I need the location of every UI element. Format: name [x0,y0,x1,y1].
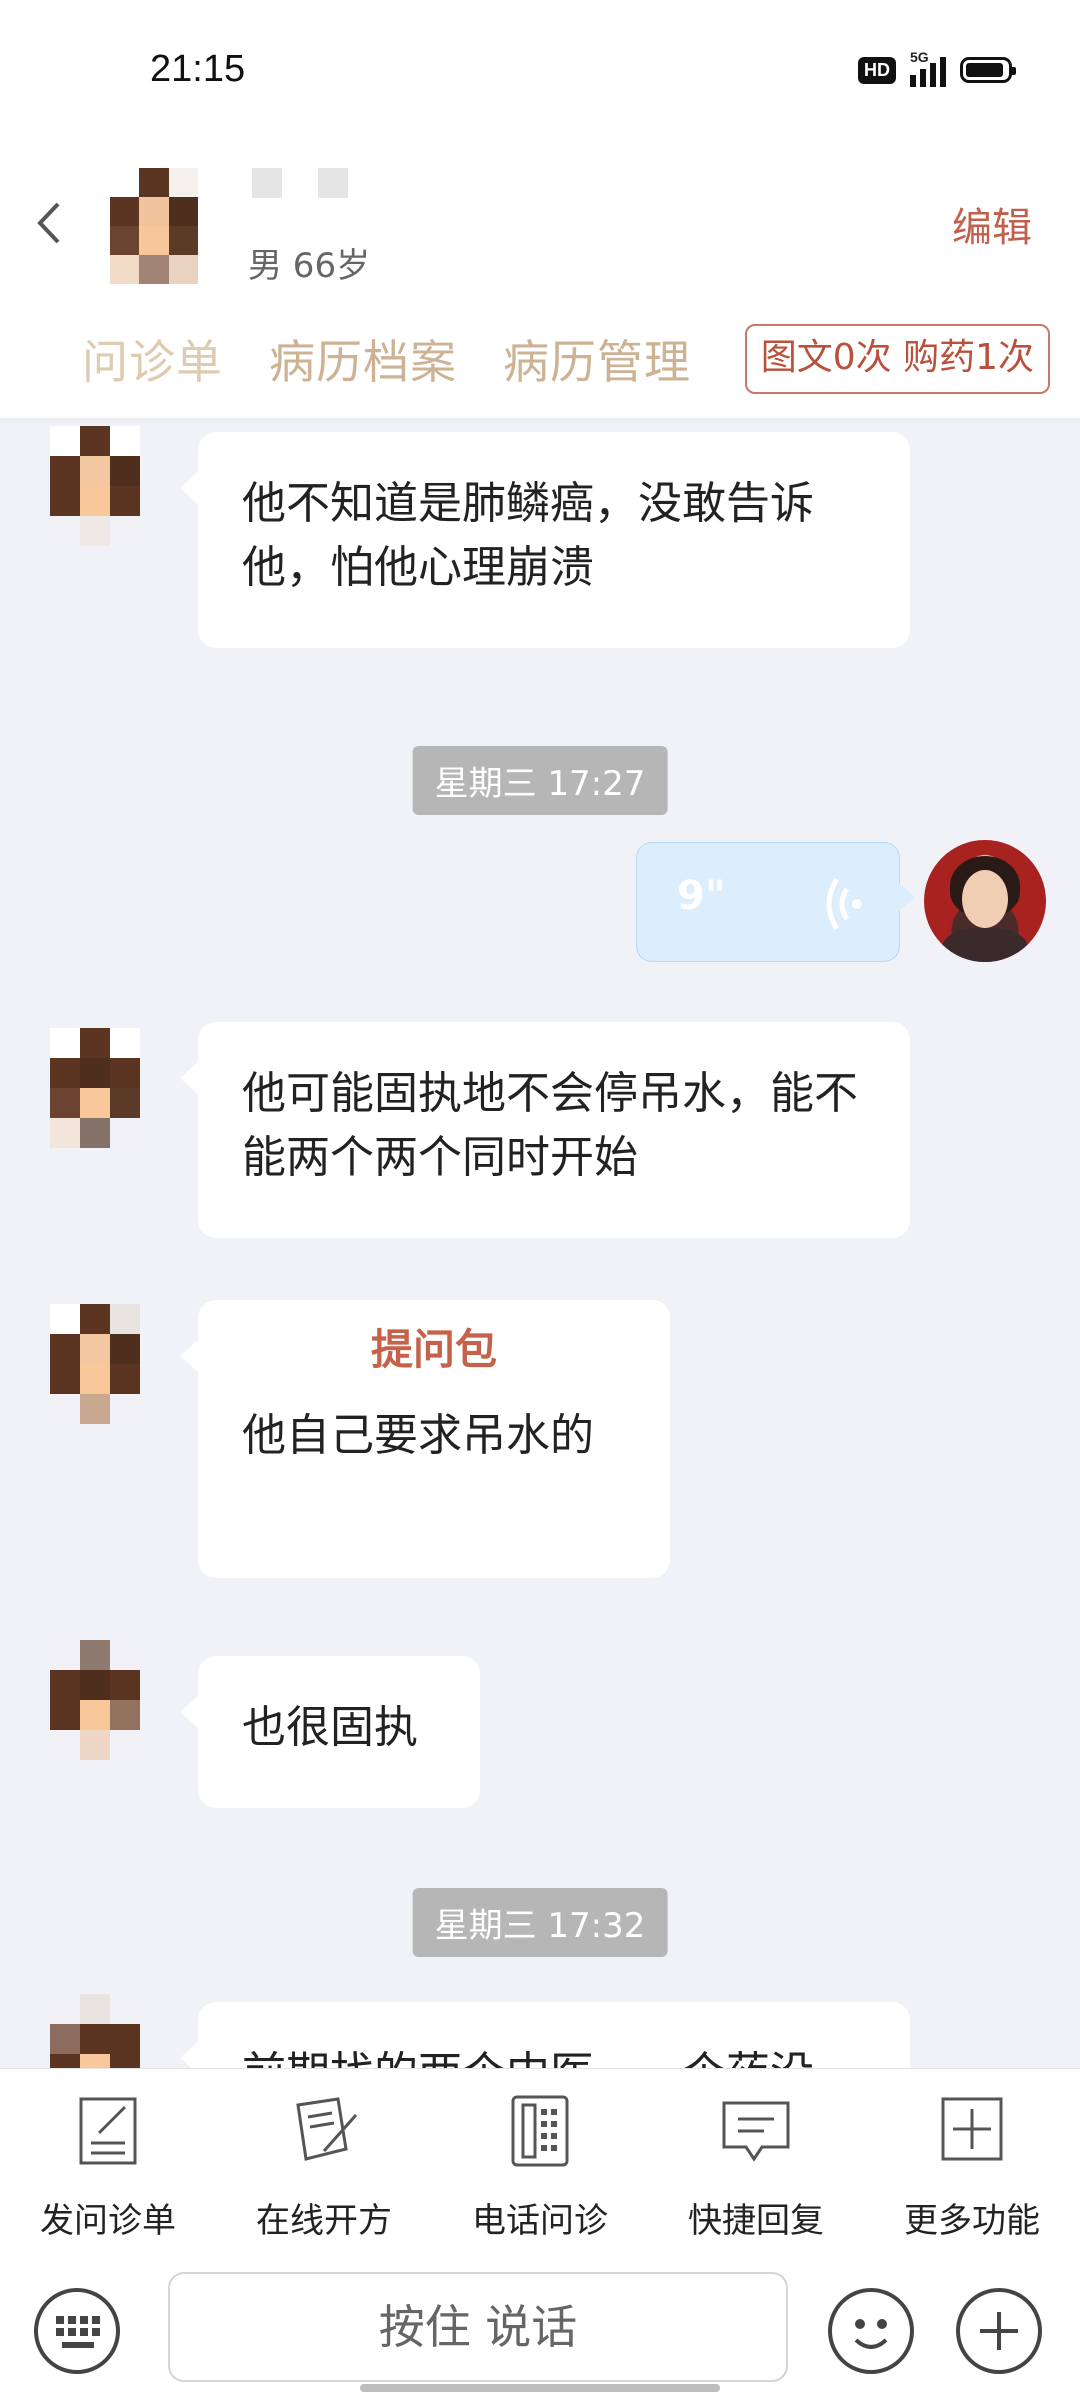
function-toolbar: 发问诊单 在线开方 电话问诊 快捷回复 更多功能 [0,2068,1080,2252]
more-icon [941,2097,1003,2161]
chat-timestamp: 星期三 17:27 [412,746,668,815]
input-bar: 按住 说话 [0,2250,1080,2400]
question-pack-bubble[interactable]: 提问包 他自己要求吊水的 [180,1300,670,1578]
tab-medical-records[interactable]: 病历档案 [269,326,457,392]
question-pack-tag: 提问包 [370,1325,497,1374]
battery-icon [960,57,1016,83]
status-time: 21:15 [150,48,246,90]
emoji-icon[interactable] [828,2288,914,2374]
form-icon [79,2097,137,2165]
back-arrow-icon[interactable] [34,200,64,246]
tool-label: 电话问诊 [472,2201,608,2241]
patient-avatar-small[interactable] [50,1994,140,2068]
online-prescription-button[interactable]: 在线开方 [216,2069,432,2251]
quick-reply-icon [722,2101,790,2162]
patient-avatar-small[interactable] [50,1304,140,1424]
home-indicator[interactable] [360,2384,720,2392]
patient-avatar[interactable] [110,168,198,284]
message-bubble[interactable]: 他可能固执地不会停吊水，能不能两个两个同时开始 [180,1022,910,1238]
signal-icon: 5G [910,49,946,87]
patient-avatar-small[interactable] [50,426,140,546]
doctor-avatar[interactable] [924,840,1046,962]
phone-consult-button[interactable]: 电话问诊 [432,2069,648,2251]
hold-to-talk-button[interactable]: 按住 说话 [168,2272,788,2382]
chat-header: 21:15 HD 5G 男 66岁 编辑 问诊单 病历档案 病历管理 图文0次 … [0,0,1080,419]
tool-label: 发问诊单 [40,2201,176,2241]
voice-wave-icon [826,877,862,931]
tool-label: 在线开方 [256,2201,392,2241]
plus-icon[interactable] [956,2288,1042,2374]
message-bubble[interactable]: 前期找的两个中医，一个药没 [180,2002,910,2068]
tab-consult-form[interactable]: 问诊单 [82,326,223,392]
phone-icon [511,2095,569,2167]
send-consult-form-button[interactable]: 发问诊单 [0,2069,216,2251]
quick-reply-button[interactable]: 快捷回复 [648,2069,864,2251]
message-text: 他自己要求吊水的 [242,1410,594,1461]
voice-message-bubble[interactable]: 9" [636,842,915,962]
more-functions-button[interactable]: 更多功能 [864,2069,1080,2251]
status-icons: HD 5G [858,49,1016,90]
patient-gender-age: 男 66岁 [248,246,371,286]
chat-timestamp: 星期三 17:32 [412,1888,668,1957]
message-bubble[interactable]: 他不知道是肺鳞癌，没敢告诉他，怕他心理崩溃 [180,432,910,648]
voice-duration: 9" [677,873,726,919]
record-tabs: 问诊单 病历档案 病历管理 [82,326,691,392]
hd-icon: HD [858,56,896,84]
message-bubble[interactable]: 也很固执 [180,1656,480,1808]
patient-avatar-small[interactable] [50,1640,140,1760]
tool-label: 更多功能 [904,2201,1040,2241]
edit-button[interactable]: 编辑 [952,195,1032,253]
keyboard-icon[interactable] [34,2288,120,2374]
patient-name-blurred [252,168,348,198]
patient-avatar-small[interactable] [50,1028,140,1148]
tool-label: 快捷回复 [688,2201,824,2241]
chat-area[interactable]: 他不知道是肺鳞癌，没敢告诉他，怕他心理崩溃 星期三 17:27 9" 他可能固执… [0,418,1080,2068]
consult-count-badge[interactable]: 图文0次 购药1次 [744,324,1050,394]
tab-records-management[interactable]: 病历管理 [503,326,691,392]
prescription-icon [296,2097,358,2161]
